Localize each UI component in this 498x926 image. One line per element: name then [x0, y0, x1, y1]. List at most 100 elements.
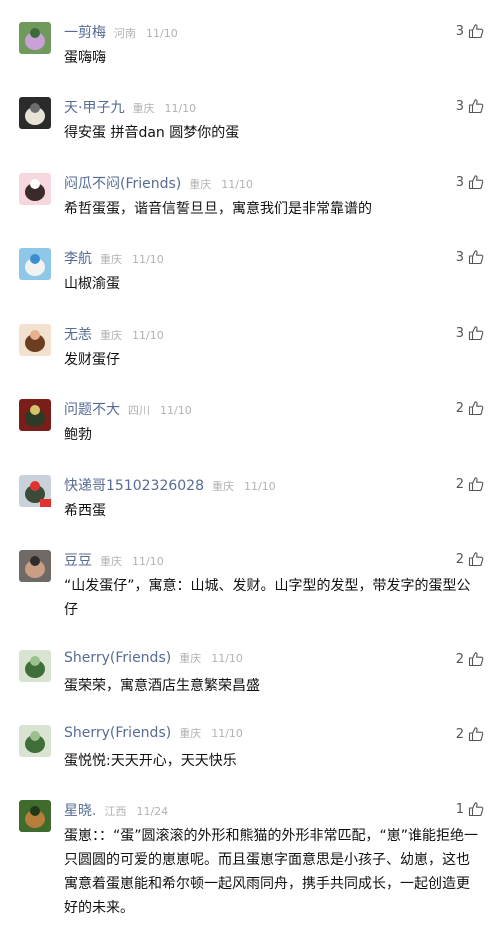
avatar[interactable] — [19, 97, 51, 129]
avatar[interactable] — [19, 22, 51, 54]
comment-date: 11/10 — [132, 329, 164, 342]
comment-meta: Sherry(Friends) 重庆 11/10 — [64, 725, 243, 743]
user-name[interactable]: 快递哥15102326028 — [64, 475, 204, 495]
location-label: 四川 — [128, 404, 150, 417]
comment-meta: 李航 重庆 11/10 — [64, 248, 164, 268]
thumbs-up-icon[interactable] — [468, 249, 484, 265]
comment-meta: 一剪梅 河南 11/10 — [64, 22, 178, 42]
avatar[interactable] — [19, 650, 51, 682]
comment-date: 11/10 — [243, 480, 276, 493]
like-count: 3 — [455, 98, 464, 114]
location-label: 重庆 — [179, 652, 202, 665]
location-label: 河南 — [114, 27, 136, 40]
flag-icon — [40, 499, 51, 507]
comment-date: 11/10 — [132, 555, 164, 568]
user-name[interactable]: 无恙 — [64, 324, 92, 344]
comment-meta: Sherry(Friends) 重庆 11/10 — [64, 650, 243, 668]
avatar[interactable] — [19, 248, 51, 280]
comment-text: 发财蛋仔 — [64, 352, 120, 368]
like-button[interactable]: 2 — [444, 648, 484, 670]
like-button[interactable]: 3 — [444, 20, 484, 42]
location-label: 江西 — [104, 805, 127, 818]
avatar[interactable] — [19, 800, 51, 832]
comment-text: 鲍勃 — [64, 427, 92, 443]
comment-date: 11/10 — [211, 727, 243, 740]
comment-meta: 问题不大 四川 11/10 — [64, 399, 192, 419]
location-label: 重庆 — [179, 727, 202, 740]
user-name[interactable]: Sherry(Friends) — [64, 725, 171, 741]
user-name[interactable]: 天·甲子九 — [64, 97, 124, 117]
like-button[interactable]: 3 — [444, 322, 484, 344]
comment-meta: 闷瓜不闷(Friends) 重庆 11/10 — [64, 173, 253, 193]
location-label: 重庆 — [100, 555, 122, 568]
location-label: 重庆 — [100, 329, 122, 342]
like-count: 2 — [455, 651, 464, 667]
like-button[interactable]: 2 — [444, 723, 484, 745]
thumbs-up-icon[interactable] — [468, 651, 484, 667]
comment-text: “山发蛋仔”，寓意：山城、发财。山字型的发型，带发字的蛋型公仔 — [64, 578, 471, 618]
like-count: 1 — [455, 801, 464, 817]
like-count: 3 — [455, 174, 464, 190]
comment-list: 一剪梅 河南 11/10 3 蛋嗨嗨 天·甲子九 重庆 11/10 3 得安蛋 拼音dan 圆梦你… — [0, 0, 498, 926]
thumbs-up-icon[interactable] — [468, 174, 484, 190]
avatar[interactable] — [19, 324, 51, 356]
thumbs-up-icon[interactable] — [468, 476, 484, 492]
comment-date: 11/10 — [211, 652, 243, 665]
comment-date: 11/10 — [160, 404, 192, 417]
comment-text: 山椒渝蛋 — [64, 276, 120, 292]
comment-meta: 豆豆 重庆 11/10 — [64, 550, 164, 570]
like-count: 3 — [455, 325, 464, 341]
thumbs-up-icon[interactable] — [468, 726, 484, 742]
comment-text: 蛋悦悦:天天开心，天天快乐 — [64, 753, 237, 769]
avatar[interactable] — [19, 725, 51, 757]
comment-meta: 无恙 重庆 11/10 — [64, 324, 164, 344]
location-label: 重庆 — [211, 480, 234, 493]
like-count: 3 — [455, 249, 464, 265]
user-name[interactable]: 豆豆 — [64, 550, 92, 570]
comment-date: 11/10 — [132, 253, 164, 266]
like-count: 3 — [455, 23, 464, 39]
like-button[interactable]: 2 — [444, 548, 484, 570]
like-button[interactable]: 3 — [444, 171, 484, 193]
like-count: 2 — [455, 726, 464, 742]
user-name[interactable]: 李航 — [64, 248, 92, 268]
location-label: 重庆 — [100, 253, 122, 266]
user-name[interactable]: Sherry(Friends) — [64, 650, 171, 666]
avatar[interactable] — [19, 550, 51, 582]
thumbs-up-icon[interactable] — [468, 23, 484, 39]
location-label: 重庆 — [132, 102, 155, 115]
comment-date: 11/10 — [164, 102, 197, 115]
comment-text: 得安蛋 拼音dan 圆梦你的蛋 — [64, 125, 240, 141]
comment-date: 11/10 — [221, 178, 253, 191]
comment-date: 11/24 — [136, 805, 169, 818]
comment-meta: 快递哥15102326028 重庆 11/10 — [64, 475, 276, 495]
comment-date: 11/10 — [146, 27, 178, 40]
comment-meta: 天·甲子九 重庆 11/10 — [64, 97, 197, 117]
location-label: 重庆 — [189, 178, 212, 191]
comment-text: 蛋崽：：“蛋”圆滚滚的外形和熊猫的外形非常匹配，“崽”谁能拒绝一只圆圆的可爱的崽… — [64, 828, 479, 916]
user-name[interactable]: 星晓. — [64, 800, 96, 820]
comment-meta: 星晓. 江西 11/24 — [64, 800, 169, 820]
comment-text: 蛋嗨嗨 — [64, 50, 106, 66]
thumbs-up-icon[interactable] — [468, 98, 484, 114]
avatar[interactable] — [19, 399, 51, 431]
avatar[interactable] — [19, 173, 51, 205]
user-name[interactable]: 一剪梅 — [64, 22, 106, 42]
thumbs-up-icon[interactable] — [468, 325, 484, 341]
comment-text: 希哲蛋蛋，谐音信誓旦旦，寓意我们是非常靠谱的 — [64, 201, 372, 217]
like-count: 2 — [455, 476, 464, 492]
thumbs-up-icon[interactable] — [468, 551, 484, 567]
like-button[interactable]: 3 — [444, 246, 484, 268]
like-button[interactable]: 3 — [444, 95, 484, 117]
user-name[interactable]: 闷瓜不闷(Friends) — [64, 173, 181, 193]
thumbs-up-icon[interactable] — [468, 801, 484, 817]
like-count: 2 — [455, 400, 464, 416]
thumbs-up-icon[interactable] — [468, 400, 484, 416]
like-button[interactable]: 2 — [444, 473, 484, 495]
user-name[interactable]: 问题不大 — [64, 399, 120, 419]
comment-text: 希西蛋 — [64, 503, 106, 519]
like-button[interactable]: 2 — [444, 397, 484, 419]
like-count: 2 — [455, 551, 464, 567]
comment-text: 蛋荣荣，寓意酒店生意繁荣昌盛 — [64, 678, 260, 694]
like-button[interactable]: 1 — [444, 798, 484, 820]
